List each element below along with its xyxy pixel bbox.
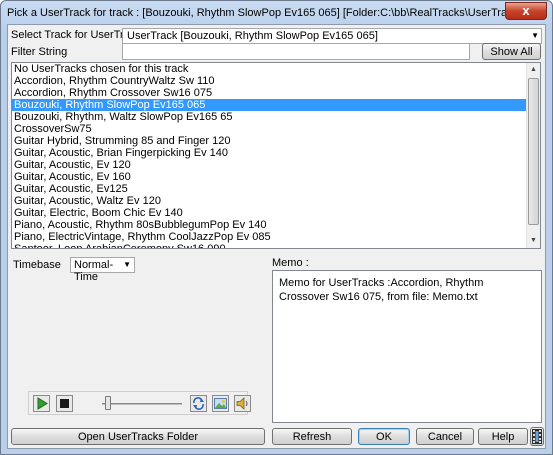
- loop-button[interactable]: [190, 395, 207, 412]
- list-item[interactable]: Guitar, Acoustic, Ev 160: [12, 171, 526, 183]
- scroll-up-icon[interactable]: ▲: [527, 63, 540, 77]
- play-icon: [37, 397, 48, 410]
- open-usertracks-folder-button[interactable]: Open UserTracks Folder: [11, 428, 265, 445]
- select-track-combobox[interactable]: UserTrack [Bouzouki, Rhythm SlowPop Ev16…: [122, 28, 542, 44]
- playback-slider-thumb[interactable]: [105, 396, 111, 410]
- list-scrollbar[interactable]: ▲ ▼: [526, 63, 540, 248]
- film-icon: [532, 429, 542, 444]
- chevron-down-icon[interactable]: ▼: [531, 29, 539, 43]
- stop-button[interactable]: [56, 395, 73, 412]
- refresh-button[interactable]: Refresh: [272, 428, 352, 445]
- select-track-value: UserTrack [Bouzouki, Rhythm SlowPop Ev16…: [127, 30, 378, 42]
- scroll-down-icon[interactable]: ▼: [527, 234, 540, 248]
- list-item[interactable]: Guitar, Acoustic, Waltz Ev 120: [12, 195, 526, 207]
- list-item[interactable]: Accordion, Rhythm Crossover Sw16 075: [12, 87, 526, 99]
- timebase-label: Timebase: [13, 259, 61, 271]
- list-item[interactable]: Accordion, Rhythm CountryWaltz Sw 110: [12, 75, 526, 87]
- filter-string-input[interactable]: [122, 43, 470, 60]
- memo-textbox[interactable]: Memo for UserTracks :Accordion, Rhythm C…: [272, 270, 542, 423]
- close-button[interactable]: x: [505, 2, 547, 20]
- list-item[interactable]: Bouzouki, Rhythm, Waltz SlowPop Ev165 65: [12, 111, 526, 123]
- cancel-button[interactable]: Cancel: [416, 428, 474, 445]
- list-item[interactable]: CrossoverSw75: [12, 123, 526, 135]
- window-title: Pick a UserTrack for track : [Bouzouki, …: [7, 7, 530, 19]
- video-button[interactable]: [530, 427, 544, 446]
- chevron-down-icon[interactable]: ▼: [123, 258, 131, 272]
- timebase-dropdown[interactable]: Normal-Time ▼: [70, 257, 135, 283]
- show-all-button[interactable]: Show All: [482, 43, 541, 60]
- list-item[interactable]: Guitar, Acoustic, Ev125: [12, 183, 526, 195]
- dialog-window: Pick a UserTrack for track : [Bouzouki, …: [0, 0, 553, 455]
- usertracks-list: No UserTracks chosen for this track Accor…: [12, 63, 526, 248]
- list-item[interactable]: Guitar, Acoustic, Brian Fingerpicking Ev…: [12, 147, 526, 159]
- volume-button[interactable]: [234, 395, 251, 412]
- list-item[interactable]: Bouzouki, Rhythm SlowPop Ev165 065: [12, 99, 526, 111]
- image-button[interactable]: [212, 395, 229, 412]
- help-button[interactable]: Help: [478, 428, 528, 445]
- dialog-client-area: Select Track for UserTrack: UserTrack [B…: [7, 24, 546, 449]
- list-item[interactable]: Santoor, Loop ArabianCeremony Sw16 090: [12, 243, 526, 248]
- list-item[interactable]: Piano, Acoustic, Rhythm 80sBubblegumPop …: [12, 219, 526, 231]
- play-button[interactable]: [33, 395, 50, 412]
- list-item[interactable]: Piano, ElectricVintage, Rhythm CoolJazzP…: [12, 231, 526, 243]
- list-item[interactable]: Guitar, Acoustic, Ev 120: [12, 159, 526, 171]
- filter-string-label: Filter String: [11, 46, 68, 58]
- usertracks-listbox[interactable]: No UserTracks chosen for this track Accor…: [11, 62, 541, 249]
- loop-icon: [193, 397, 204, 410]
- stop-icon: [60, 399, 69, 408]
- image-icon: [214, 398, 227, 409]
- playback-slider-track[interactable]: [102, 403, 182, 405]
- ok-button[interactable]: OK: [358, 428, 410, 445]
- list-item[interactable]: Guitar, Electric, Boom Chic Ev 140: [12, 207, 526, 219]
- memo-label: Memo :: [272, 257, 309, 269]
- list-item[interactable]: No UserTracks chosen for this track: [12, 63, 526, 75]
- transport-bar: [28, 391, 251, 415]
- list-item[interactable]: Guitar Hybrid, Strumming 85 and Finger 1…: [12, 135, 526, 147]
- speaker-icon: [236, 397, 248, 410]
- scrollbar-thumb[interactable]: [528, 78, 539, 225]
